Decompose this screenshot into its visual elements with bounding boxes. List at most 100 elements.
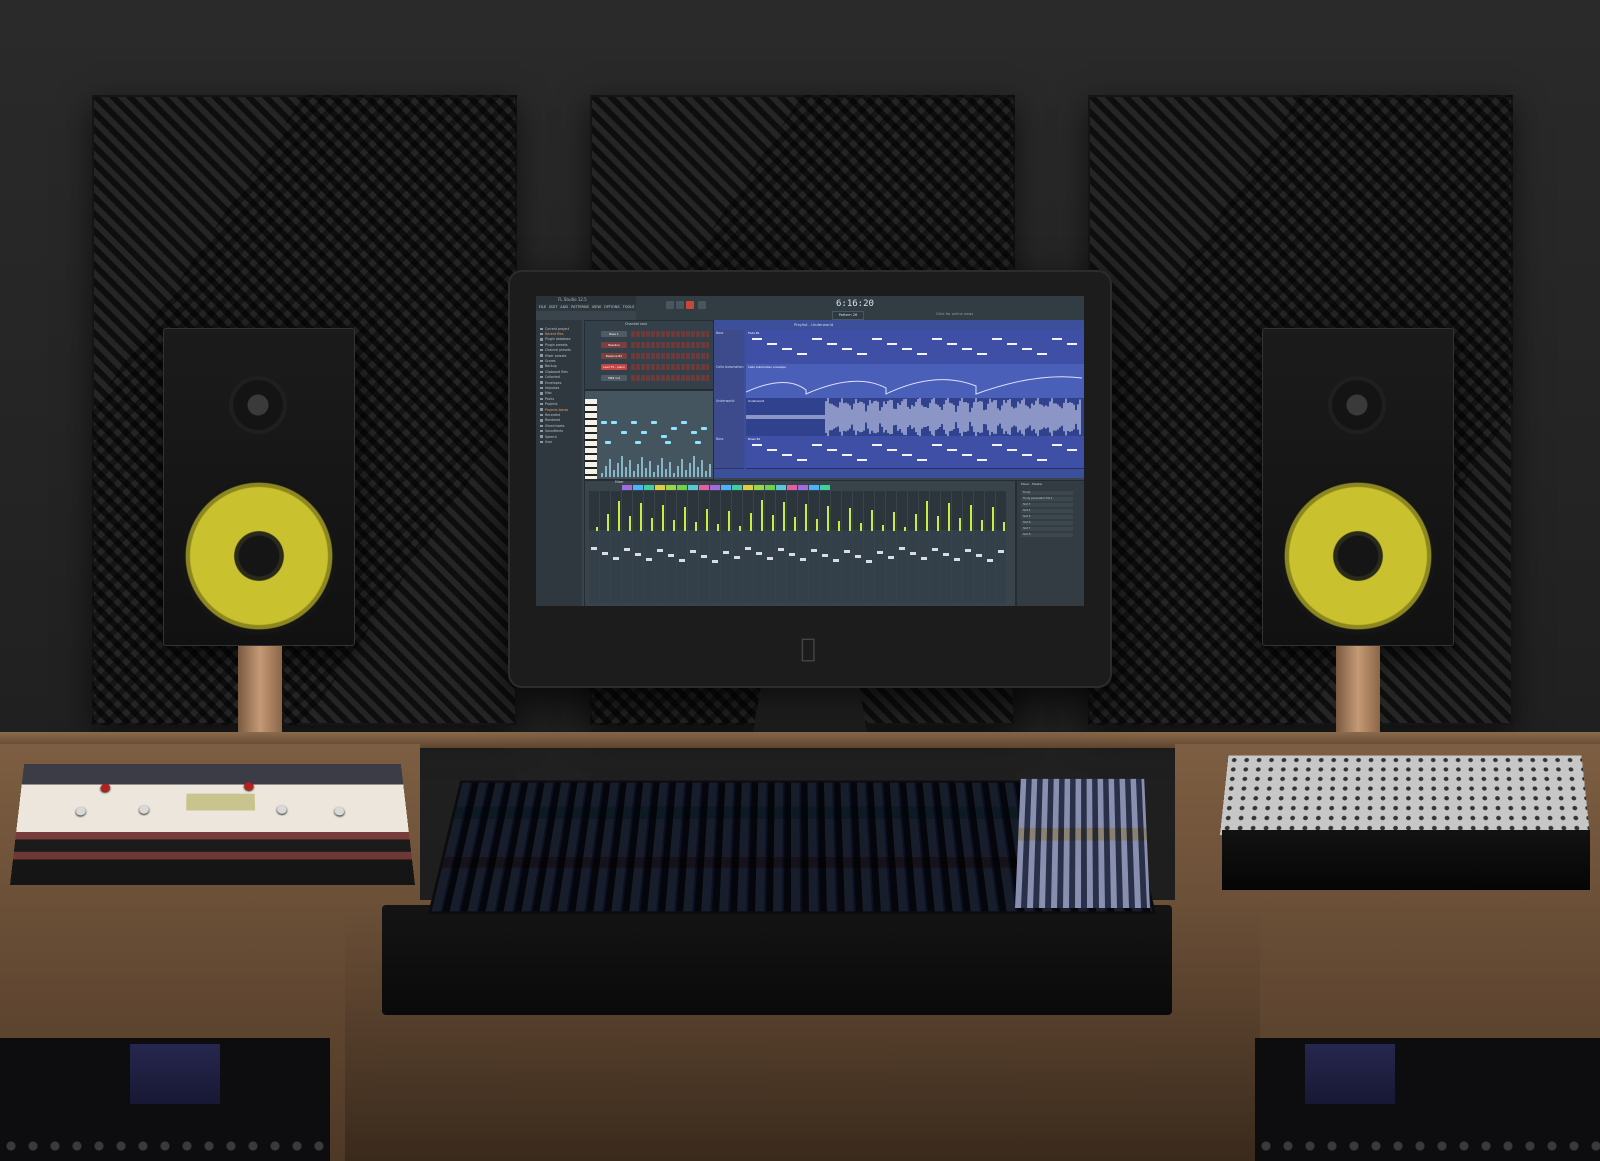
piano-roll-note[interactable] <box>661 435 667 438</box>
online-news[interactable]: Click for online news <box>936 312 973 316</box>
velocity-bar[interactable] <box>681 459 683 477</box>
mixer-channel-strip[interactable] <box>809 491 819 603</box>
velocity-bar[interactable] <box>701 460 703 477</box>
volume-fader[interactable] <box>624 548 630 551</box>
piano-roll-note[interactable] <box>621 431 627 434</box>
fx-slot[interactable]: Fruity parametric EQ 2 <box>1021 497 1073 501</box>
mixer-channel-strip[interactable] <box>875 491 885 603</box>
pattern-selector[interactable]: Pattern 26 <box>832 311 864 320</box>
menu-tools[interactable]: TOOLS <box>623 304 635 311</box>
mixer-channel-strip[interactable] <box>688 491 698 603</box>
channel-button[interactable]: Bass 1 <box>601 331 627 337</box>
piano-roll-note[interactable] <box>691 431 697 434</box>
velocity-bar[interactable] <box>601 473 603 477</box>
channel-button[interactable]: Bassline B2 <box>601 353 627 359</box>
mixer-channel-strip[interactable] <box>996 491 1006 603</box>
velocity-bar[interactable] <box>653 472 655 477</box>
piano-roll-note[interactable] <box>631 421 637 424</box>
playlist-track-header[interactable]: Bass <box>714 436 744 469</box>
step-sequencer-row[interactable] <box>631 364 709 370</box>
mixer-channel-strip[interactable] <box>644 491 654 603</box>
mixer-channel-strip[interactable] <box>787 491 797 603</box>
piano-roll-note[interactable] <box>701 427 707 430</box>
step-sequencer-row[interactable] <box>631 331 709 337</box>
volume-fader[interactable] <box>800 558 806 561</box>
volume-fader[interactable] <box>965 549 971 552</box>
velocity-bar[interactable] <box>617 463 619 477</box>
volume-fader[interactable] <box>888 556 894 559</box>
piano-roll-note[interactable] <box>611 421 617 424</box>
piano-roll-note[interactable] <box>641 431 647 434</box>
piano-roll-note[interactable] <box>605 441 611 444</box>
step-sequencer-row[interactable] <box>631 342 709 348</box>
volume-fader[interactable] <box>987 559 993 562</box>
velocity-bar[interactable] <box>685 470 687 477</box>
volume-fader[interactable] <box>712 560 718 563</box>
mixer-channel-strip[interactable] <box>886 491 896 603</box>
playlist-lane[interactable]: Brass B1 <box>746 436 1084 469</box>
volume-fader[interactable] <box>998 550 1004 553</box>
piano-roll-note[interactable] <box>635 441 641 444</box>
playlist-lane[interactable]: Flute B1 <box>746 330 1084 365</box>
volume-fader[interactable] <box>866 560 872 563</box>
step-sequencer-row[interactable] <box>631 353 709 359</box>
mixer-channel-strip[interactable] <box>908 491 918 603</box>
volume-fader[interactable] <box>921 557 927 560</box>
velocity-bar[interactable] <box>689 463 691 477</box>
mixer-channel-strip[interactable] <box>666 491 676 603</box>
velocity-bar[interactable] <box>609 459 611 477</box>
volume-fader[interactable] <box>833 559 839 562</box>
playlist-track-header[interactable]: Cello Automation <box>714 364 744 399</box>
mixer-channel-strip[interactable] <box>853 491 863 603</box>
volume-fader[interactable] <box>822 554 828 557</box>
piano-roll-note[interactable] <box>695 441 701 444</box>
playlist-lane[interactable]: Underworld <box>746 398 1084 437</box>
fx-slot[interactable]: Slot 7 <box>1021 527 1073 531</box>
volume-fader[interactable] <box>877 551 883 554</box>
mixer-channel-strip[interactable] <box>600 491 610 603</box>
volume-fader[interactable] <box>943 553 949 556</box>
volume-fader[interactable] <box>613 557 619 560</box>
velocity-bar[interactable] <box>629 460 631 477</box>
velocity-bar[interactable] <box>625 467 627 477</box>
velocity-bar[interactable] <box>673 473 675 477</box>
channel-button[interactable]: Bassline <box>601 342 627 348</box>
record-button[interactable] <box>686 301 694 309</box>
playlist-track-header[interactable]: Bass <box>714 330 744 365</box>
volume-fader[interactable] <box>723 551 729 554</box>
piano-roll-note[interactable] <box>665 441 671 444</box>
volume-fader[interactable] <box>646 558 652 561</box>
volume-fader[interactable] <box>778 548 784 551</box>
tempo-display[interactable] <box>698 301 706 309</box>
volume-fader[interactable] <box>932 548 938 551</box>
volume-fader[interactable] <box>811 549 817 552</box>
velocity-bar[interactable] <box>633 471 635 477</box>
velocity-bar[interactable] <box>661 458 663 477</box>
piano-roll-note[interactable] <box>651 421 657 424</box>
volume-fader[interactable] <box>910 552 916 555</box>
volume-fader[interactable] <box>745 547 751 550</box>
volume-fader[interactable] <box>855 555 861 558</box>
menu-options[interactable]: OPTIONS <box>604 304 620 311</box>
volume-fader[interactable] <box>756 552 762 555</box>
mixer-channel-strip[interactable] <box>974 491 984 603</box>
menu-add[interactable]: ADD <box>560 304 568 311</box>
mixer-channel-strip[interactable] <box>831 491 841 603</box>
menu-file[interactable]: FILE <box>539 304 546 311</box>
fx-slot[interactable]: Slot 3 <box>1021 503 1073 507</box>
mixer-channel-strip[interactable] <box>622 491 632 603</box>
fx-slot[interactable]: Slot 4 <box>1021 509 1073 513</box>
step-sequencer-row[interactable] <box>631 375 709 381</box>
volume-fader[interactable] <box>690 550 696 553</box>
velocity-bar[interactable] <box>677 466 679 477</box>
playlist-track-header[interactable]: Underworld <box>714 398 744 437</box>
mixer-channel-strip[interactable] <box>721 491 731 603</box>
velocity-bar[interactable] <box>613 470 615 477</box>
volume-fader[interactable] <box>635 553 641 556</box>
volume-fader[interactable] <box>679 559 685 562</box>
velocity-bar[interactable] <box>645 468 647 477</box>
mixer-channel-strip[interactable] <box>952 491 962 603</box>
velocity-bar[interactable] <box>705 471 707 477</box>
volume-fader[interactable] <box>668 554 674 557</box>
volume-fader[interactable] <box>789 553 795 556</box>
